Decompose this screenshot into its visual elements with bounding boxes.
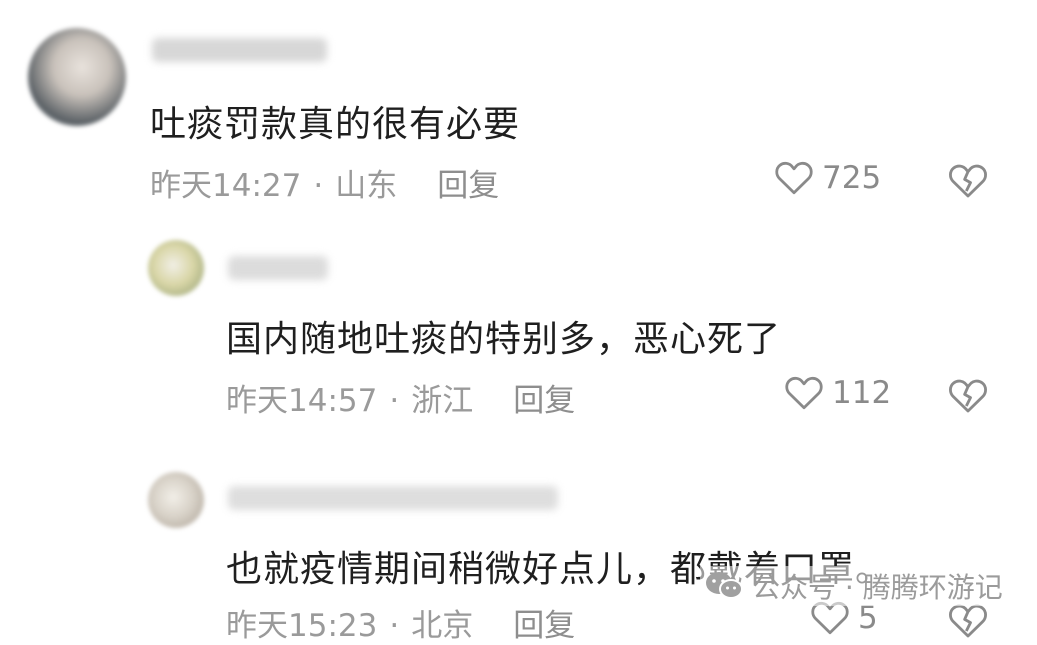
comment-location: 山东	[335, 168, 398, 204]
comment-time: 昨天14:57	[226, 383, 378, 419]
like-button[interactable]: 112	[784, 375, 891, 411]
comment-location: 北京	[411, 608, 474, 644]
comment-time: 昨天15:23	[226, 608, 378, 644]
like-count: 112	[832, 375, 892, 411]
broken-heart-icon[interactable]	[948, 602, 988, 640]
comment-meta: 昨天14:27 · 山东 回复	[150, 160, 499, 205]
watermark-text: 公众号 · 腾腾环游记	[752, 571, 1003, 604]
avatar[interactable]	[148, 472, 204, 528]
meta-separator: ·	[389, 383, 400, 419]
heart-outline-icon	[775, 161, 813, 195]
reply-button[interactable]: 回复	[513, 608, 575, 644]
comment-location: 浙江	[411, 383, 474, 419]
username-blurred[interactable]	[228, 256, 328, 280]
username-blurred[interactable]	[152, 38, 327, 62]
reply-button[interactable]: 回复	[437, 168, 499, 204]
wechat-icon	[706, 572, 743, 599]
comment-meta: 昨天14:57 · 浙江 回复	[226, 375, 575, 420]
broken-heart-icon[interactable]	[948, 162, 988, 200]
comment-time: 昨天14:27	[150, 168, 302, 204]
avatar[interactable]	[148, 240, 204, 296]
username-blurred[interactable]	[228, 486, 558, 510]
watermark: 公众号 · 腾腾环游记	[700, 566, 1007, 606]
like-count: 725	[822, 160, 882, 196]
comment-meta: 昨天15:23 · 北京 回复	[226, 600, 575, 645]
reply-button[interactable]: 回复	[513, 383, 575, 419]
heart-outline-icon	[785, 376, 823, 410]
like-button[interactable]: 725	[774, 160, 881, 196]
avatar[interactable]	[28, 28, 126, 126]
meta-separator: ·	[313, 168, 324, 204]
meta-separator: ·	[389, 608, 400, 644]
comment-text: 国内随地吐痰的特别多，恶心死了	[226, 319, 782, 360]
comment-text: 吐痰罚款真的很有必要	[150, 104, 521, 145]
broken-heart-icon[interactable]	[948, 377, 988, 415]
